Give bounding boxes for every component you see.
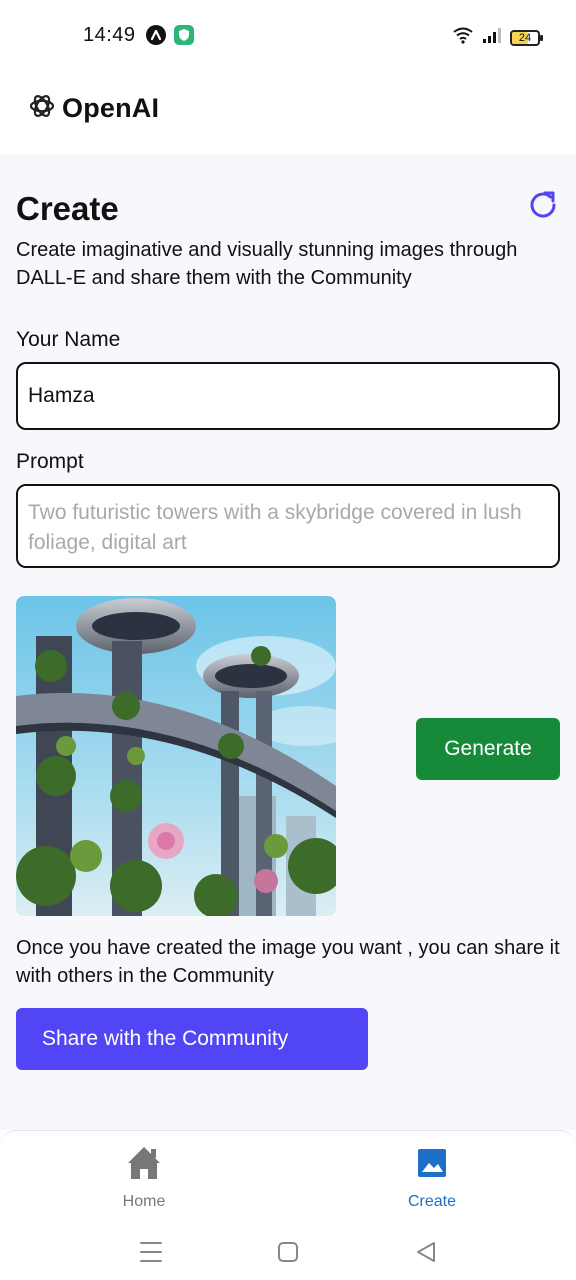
name-input[interactable]: Hamza — [16, 362, 560, 430]
back-icon[interactable] — [406, 1232, 446, 1272]
nav-home[interactable]: Home — [84, 1143, 204, 1211]
notification-a-icon — [146, 25, 166, 45]
logo-text: OpenAI — [62, 93, 160, 123]
status-bar: 14:49 24 — [0, 0, 576, 70]
create-page: Create Create imaginative and visually s… — [0, 154, 576, 1130]
menu-icon[interactable] — [131, 1232, 171, 1272]
system-nav-bar — [0, 1224, 576, 1280]
nav-create[interactable]: Create — [372, 1143, 492, 1211]
share-note: Once you have created the image you want… — [16, 937, 560, 987]
system-home-icon[interactable] — [268, 1232, 308, 1272]
bottom-nav: Home Create — [0, 1130, 576, 1224]
generated-image — [16, 596, 336, 916]
nav-home-label: Home — [122, 1193, 166, 1210]
prompt-label: Prompt — [16, 450, 84, 473]
share-community-button[interactable]: Share with the Community — [16, 1008, 368, 1070]
image-icon — [412, 1143, 452, 1183]
app-header: OpenAI — [0, 70, 576, 154]
refresh-icon[interactable] — [526, 188, 560, 222]
logo[interactable]: OpenAI — [28, 92, 159, 125]
battery-icon: 24 — [510, 29, 543, 46]
page-title: Create — [16, 190, 119, 227]
nav-create-label: Create — [407, 1193, 457, 1210]
signal-icon — [482, 26, 502, 49]
battery-level: 24 — [518, 31, 532, 44]
wifi-icon — [452, 26, 474, 49]
status-time: 14:49 — [83, 24, 136, 46]
notification-shield-icon — [174, 25, 194, 45]
home-icon — [124, 1143, 164, 1183]
generate-button[interactable]: Generate — [416, 718, 560, 780]
openai-logo-icon — [28, 92, 56, 125]
prompt-input[interactable] — [16, 484, 560, 568]
name-label: Your Name — [16, 328, 121, 351]
status-icons: 24 — [452, 26, 543, 49]
page-subtitle: Create imaginative and visually stunning… — [16, 239, 518, 289]
